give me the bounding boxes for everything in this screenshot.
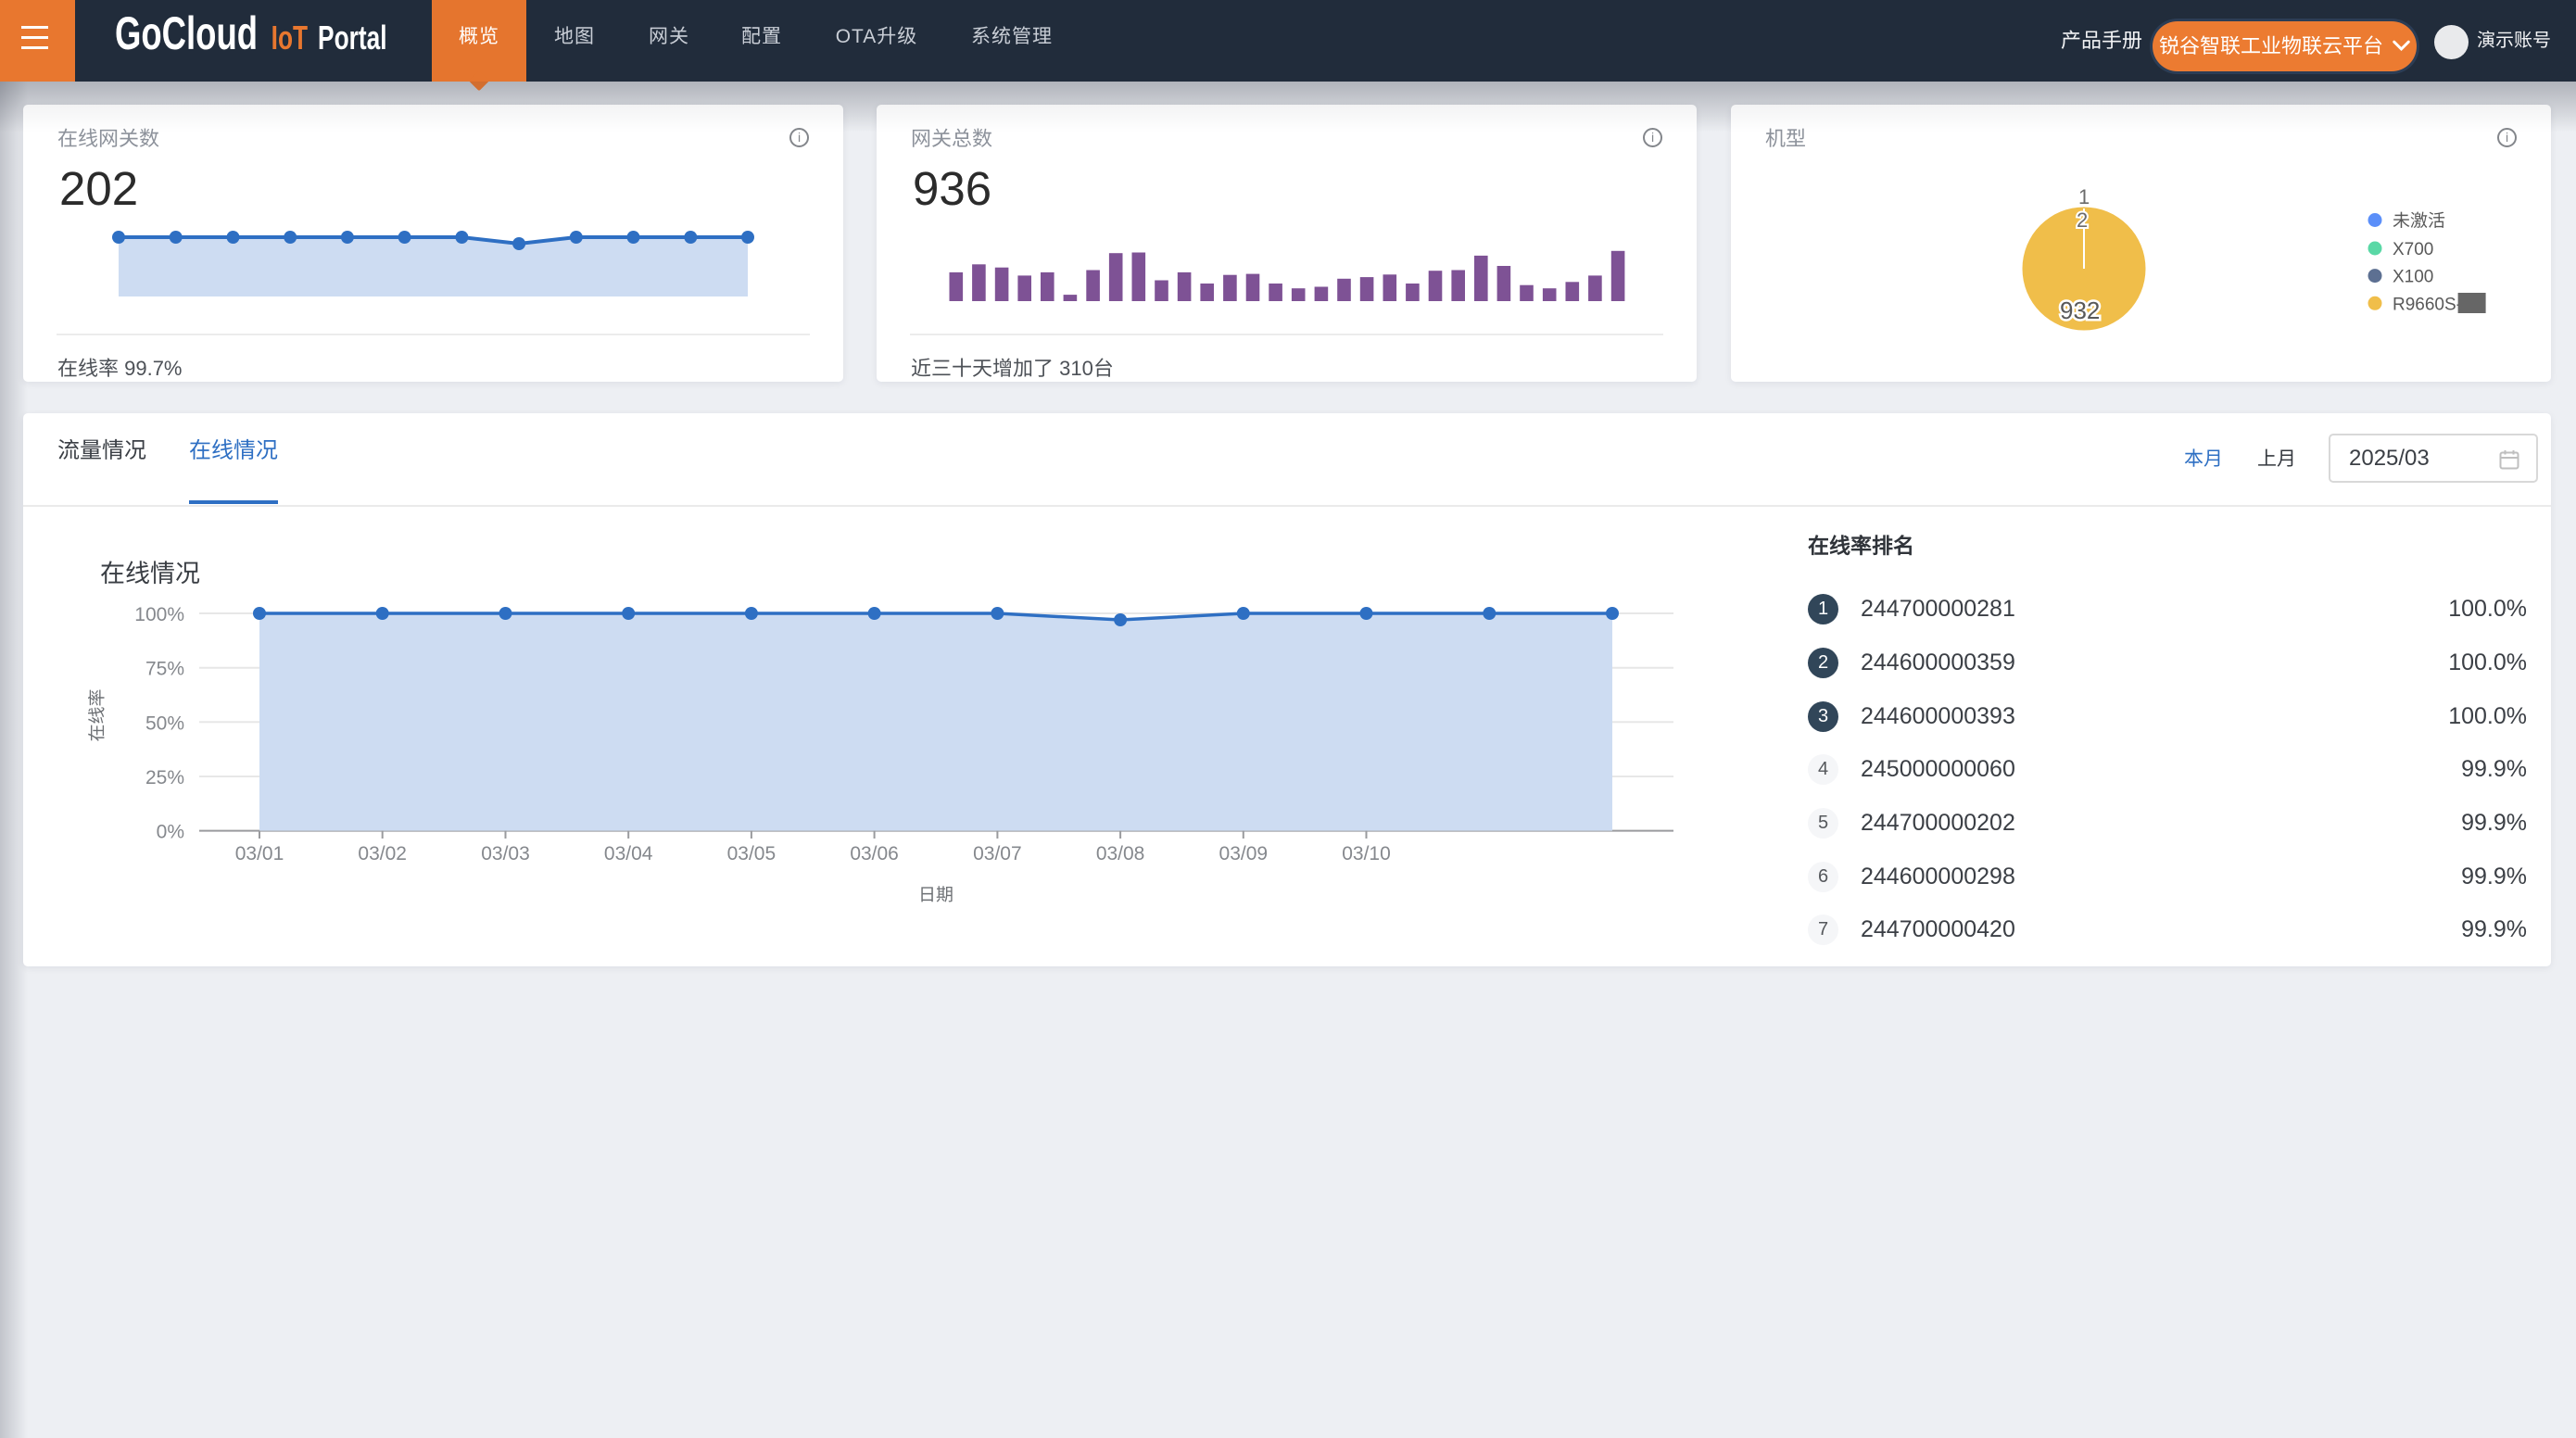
svg-text:25%: 25% xyxy=(145,767,184,788)
svg-text:X700: X700 xyxy=(2393,240,2433,259)
svg-text:03/08: 03/08 xyxy=(1096,843,1145,864)
svg-text:932: 932 xyxy=(2060,296,2100,324)
svg-text:在线率: 在线率 xyxy=(87,688,107,741)
svg-text:03/10: 03/10 xyxy=(1342,843,1391,864)
svg-text:X100: X100 xyxy=(2393,268,2433,287)
svg-text:0%: 0% xyxy=(157,822,184,843)
svg-text:100%: 100% xyxy=(134,604,184,625)
svg-text:未激活: 未激活 xyxy=(2393,212,2445,232)
svg-text:日期: 日期 xyxy=(918,886,953,905)
svg-text:03/01: 03/01 xyxy=(235,843,284,864)
svg-text:03/06: 03/06 xyxy=(850,843,899,864)
svg-text:03/02: 03/02 xyxy=(358,843,407,864)
svg-text:R9660S-: R9660S- xyxy=(2393,295,2462,314)
svg-text:1: 1 xyxy=(2078,185,2090,208)
svg-text:03/09: 03/09 xyxy=(1219,843,1269,864)
svg-text:75%: 75% xyxy=(145,659,184,680)
svg-text:50%: 50% xyxy=(145,713,184,734)
svg-text:03/03: 03/03 xyxy=(481,843,530,864)
svg-text:03/04: 03/04 xyxy=(604,843,653,864)
svg-text:03/05: 03/05 xyxy=(727,843,777,864)
svg-text:03/07: 03/07 xyxy=(973,843,1022,864)
svg-text:2: 2 xyxy=(2077,208,2088,232)
